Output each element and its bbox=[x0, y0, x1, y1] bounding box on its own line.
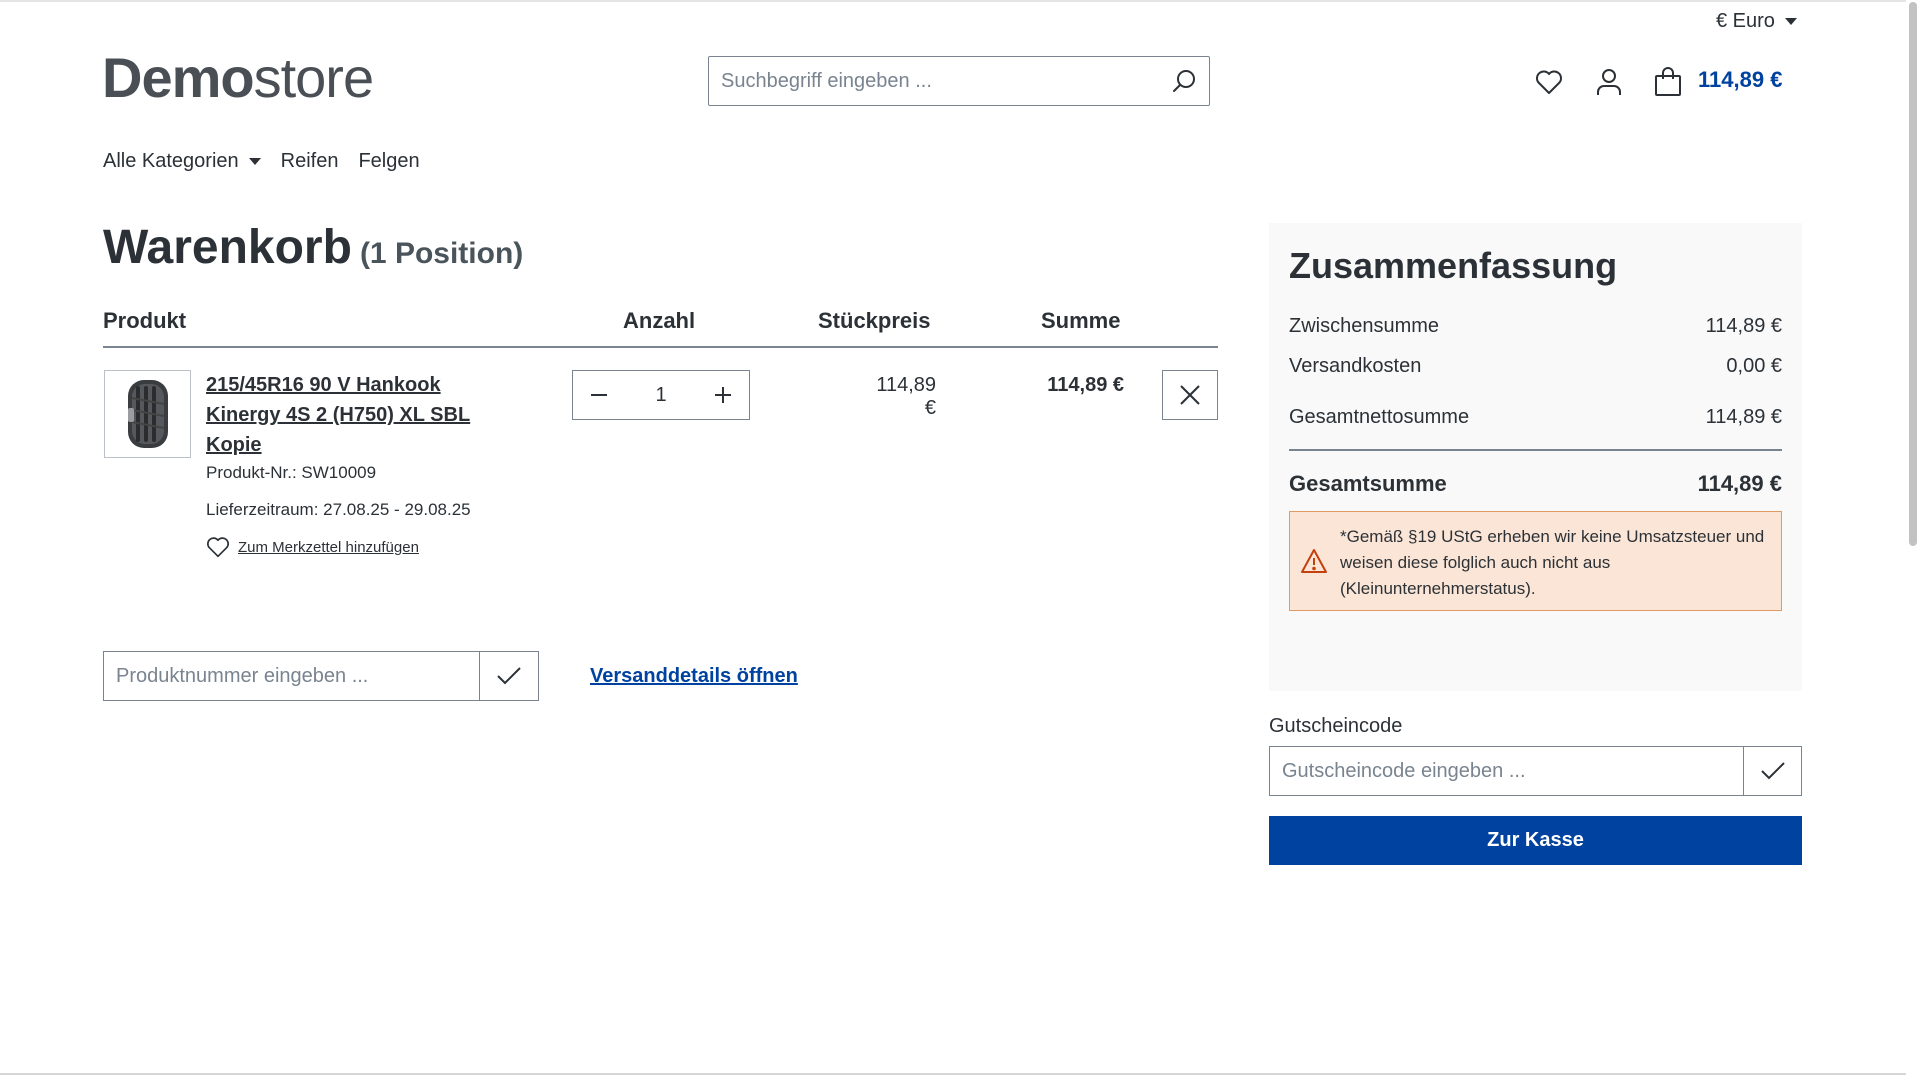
nav-rims[interactable]: Felgen bbox=[358, 150, 419, 173]
product-number: Produkt-Nr.: SW10009 bbox=[206, 463, 377, 482]
table-header-divider bbox=[103, 346, 1218, 348]
heart-icon bbox=[207, 537, 229, 558]
tire-image bbox=[127, 380, 168, 448]
tax-notice: *Gemäß §19 UStG erheben wir keine Umsatz… bbox=[1289, 511, 1782, 611]
checkmark-icon bbox=[1760, 762, 1785, 780]
checkmark-icon bbox=[497, 667, 521, 685]
quantity-input[interactable] bbox=[631, 383, 691, 407]
nav-all-categories[interactable]: Alle Kategorien bbox=[103, 150, 261, 173]
column-header-unit-price: Stückpreis bbox=[818, 308, 931, 333]
currency-selector[interactable]: € Euro bbox=[1716, 10, 1797, 33]
summary-divider bbox=[1289, 449, 1782, 451]
unit-price: 114,89 € bbox=[876, 374, 936, 419]
shipping-cost-label: Versandkosten bbox=[1289, 355, 1422, 377]
net-total-label: Gesamtnettosumme bbox=[1289, 406, 1470, 428]
cart-title-text: Warenkorb bbox=[103, 221, 352, 274]
currency-label: € Euro bbox=[1716, 10, 1775, 32]
chevron-down-icon bbox=[248, 158, 261, 165]
voucher-form bbox=[1269, 746, 1802, 796]
grand-total-value: 114,89 € bbox=[1697, 471, 1782, 496]
shopping-bag-icon bbox=[1655, 67, 1681, 96]
close-icon bbox=[1180, 385, 1200, 405]
account-button[interactable] bbox=[1593, 66, 1625, 98]
search-icon bbox=[1173, 70, 1195, 92]
column-header-total: Summe bbox=[1041, 308, 1121, 333]
top-border bbox=[0, 0, 1920, 2]
nav-tires[interactable]: Reifen bbox=[281, 150, 339, 173]
add-product-by-number-form bbox=[103, 651, 539, 701]
subtotal-label: Zwischensumme bbox=[1289, 315, 1440, 337]
column-header-product: Produkt bbox=[103, 308, 187, 333]
line-total: 114,89 € bbox=[1047, 374, 1124, 396]
product-number-input[interactable] bbox=[104, 652, 479, 700]
cart-item-count: (1 Position) bbox=[359, 237, 524, 270]
page-bottom-border bbox=[0, 1073, 1908, 1075]
product-thumbnail[interactable] bbox=[104, 370, 191, 458]
cart-summary: Zusammenfassung Zwischensumme 114,89 € V… bbox=[1269, 223, 1802, 691]
header-cart-total[interactable]: 114,89 € bbox=[1698, 67, 1782, 93]
user-icon bbox=[1597, 69, 1621, 95]
add-to-wishlist-link[interactable]: Zum Merkzettel hinzufügen bbox=[206, 536, 419, 558]
summary-shipping-row: Versandkosten 0,00 € bbox=[1289, 355, 1782, 378]
voucher-label: Gutscheincode bbox=[1269, 715, 1403, 737]
delivery-time: Lieferzeitraum: 27.08.25 - 29.08.25 bbox=[206, 500, 471, 519]
search-input[interactable] bbox=[709, 57, 1159, 105]
add-to-wishlist-label: Zum Merkzettel hinzufügen bbox=[238, 538, 419, 556]
summary-title: Zusammenfassung bbox=[1289, 245, 1618, 286]
add-product-submit-button[interactable] bbox=[479, 652, 538, 700]
logo-light-text: store bbox=[253, 46, 374, 109]
summary-subtotal-row: Zwischensumme 114,89 € bbox=[1289, 315, 1782, 338]
subtotal-value: 114,89 € bbox=[1705, 315, 1782, 337]
minus-icon bbox=[591, 394, 607, 396]
checkout-button[interactable]: Zur Kasse bbox=[1269, 816, 1802, 865]
net-total-value: 114,89 € bbox=[1705, 406, 1782, 428]
nav-rims-label: Felgen bbox=[358, 150, 420, 172]
voucher-input[interactable] bbox=[1270, 747, 1743, 795]
logo-bold-text: Demo bbox=[102, 46, 255, 109]
nav-tires-label: Reifen bbox=[280, 150, 339, 172]
page-title: Warenkorb (1 Position) bbox=[103, 220, 523, 275]
product-name-link[interactable]: 215/45R16 90 V Hankook Kinergy 4S 2 (H75… bbox=[206, 370, 506, 460]
quantity-increase-button[interactable] bbox=[697, 371, 749, 419]
main-navigation: Alle Kategorien Reifen Felgen bbox=[103, 150, 420, 173]
wishlist-button[interactable] bbox=[1533, 66, 1565, 98]
cart-button[interactable] bbox=[1652, 66, 1684, 98]
plus-icon bbox=[715, 387, 731, 403]
warning-icon bbox=[1301, 549, 1327, 573]
search-form bbox=[708, 56, 1210, 106]
tax-notice-text: *Gemäß §19 UStG erheben wir keine Umsatz… bbox=[1340, 527, 1765, 598]
summary-total-row: Gesamtsumme 114,89 € bbox=[1289, 471, 1782, 497]
summary-net-row: Gesamtnettosumme 114,89 € bbox=[1289, 406, 1782, 429]
quantity-decrease-button[interactable] bbox=[573, 371, 625, 419]
shipping-cost-value: 0,00 € bbox=[1726, 355, 1782, 377]
store-logo[interactable]: Demostore bbox=[102, 46, 374, 109]
remove-item-button[interactable] bbox=[1162, 370, 1218, 420]
scrollbar-thumb[interactable] bbox=[1909, 2, 1917, 546]
column-header-quantity: Anzahl bbox=[623, 308, 696, 333]
nav-all-categories-label: Alle Kategorien bbox=[103, 150, 239, 172]
shipping-details-link[interactable]: Versanddetails öffnen bbox=[590, 665, 798, 688]
heart-icon bbox=[1536, 70, 1562, 94]
voucher-submit-button[interactable] bbox=[1743, 747, 1801, 795]
search-button[interactable] bbox=[1159, 57, 1209, 105]
quantity-stepper bbox=[572, 370, 750, 420]
grand-total-label: Gesamtsumme bbox=[1289, 471, 1447, 496]
chevron-down-icon bbox=[1784, 18, 1797, 25]
